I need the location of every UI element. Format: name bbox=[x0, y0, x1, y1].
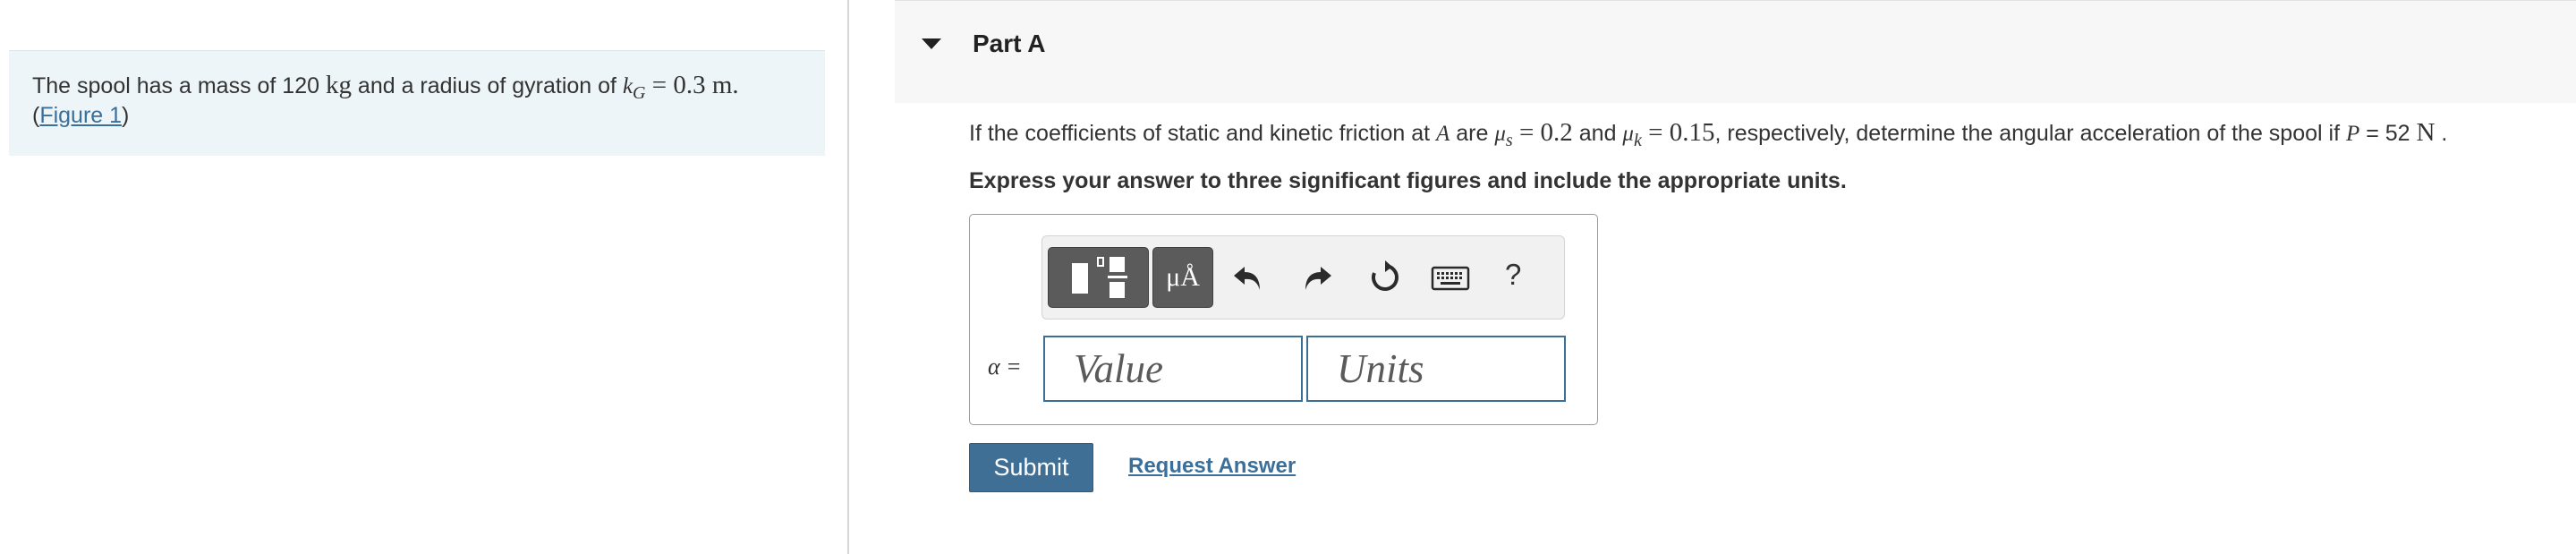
question-text-part: . bbox=[2435, 121, 2448, 146]
figure-1-link[interactable]: Figure 1 bbox=[39, 103, 122, 128]
figure-reference: (Figure 1) bbox=[32, 103, 129, 129]
mu-symbol: μ bbox=[1622, 122, 1634, 146]
problem-statement: The spool has a mass of 120 kg and a rad… bbox=[32, 71, 739, 108]
mu-s-subscript: s bbox=[1505, 131, 1513, 150]
part-header[interactable]: Part A bbox=[895, 0, 2576, 103]
caret-down-icon[interactable] bbox=[922, 38, 941, 49]
alpha-variable-label: α = bbox=[988, 354, 1022, 379]
keyboard-icon[interactable] bbox=[1431, 265, 1470, 292]
p-unit: N bbox=[2416, 118, 2436, 147]
mu-symbol: μ bbox=[1494, 122, 1506, 146]
redo-icon[interactable] bbox=[1299, 260, 1335, 295]
question-text-part: are bbox=[1450, 121, 1495, 146]
mu-k-value: = 0.15 bbox=[1641, 118, 1715, 147]
units-button[interactable]: μÅ bbox=[1152, 247, 1213, 308]
problem-text-part: The spool has a mass of 120 bbox=[32, 73, 326, 98]
submit-button[interactable]: Submit bbox=[969, 443, 1093, 492]
part-title: Part A bbox=[973, 30, 1046, 57]
mu-s-value: = 0.2 bbox=[1512, 118, 1573, 147]
point-a-symbol: A bbox=[1436, 122, 1450, 146]
mu-k-subscript: k bbox=[1633, 131, 1642, 150]
question-text-part: and bbox=[1572, 121, 1623, 146]
answer-box: μÅ ? α = bbox=[969, 214, 1598, 425]
answer-instruction: Express your answer to three significant… bbox=[969, 168, 1847, 193]
question-text-part: If the coefficients of static and kineti… bbox=[969, 121, 1437, 146]
panel-divider bbox=[847, 0, 849, 554]
templates-button[interactable] bbox=[1048, 247, 1149, 308]
problem-panel: The spool has a mass of 120 kg and a rad… bbox=[9, 50, 825, 156]
request-answer-link[interactable]: Request Answer bbox=[1128, 454, 1296, 479]
k-subscript: G bbox=[633, 83, 646, 103]
p-symbol: P bbox=[2345, 122, 2360, 146]
question-text: If the coefficients of static and kineti… bbox=[969, 118, 2447, 151]
help-icon[interactable]: ? bbox=[1505, 258, 1521, 292]
reset-icon[interactable] bbox=[1367, 260, 1403, 295]
undo-icon[interactable] bbox=[1230, 260, 1266, 295]
p-value: = 52 bbox=[2359, 121, 2417, 146]
k-symbol: k bbox=[622, 74, 633, 98]
question-text-part: , respectively, determine the angular ac… bbox=[1714, 121, 2346, 146]
problem-text-part: and a radius of gyration of bbox=[351, 73, 623, 98]
units-input[interactable] bbox=[1306, 336, 1566, 402]
figure-paren-close: ) bbox=[122, 103, 130, 128]
radius-of-gyration-value: = 0.3 m. bbox=[645, 71, 739, 99]
value-input[interactable] bbox=[1043, 336, 1303, 402]
mass-unit: kg bbox=[325, 71, 352, 99]
math-toolbar: μÅ ? bbox=[1041, 235, 1565, 320]
